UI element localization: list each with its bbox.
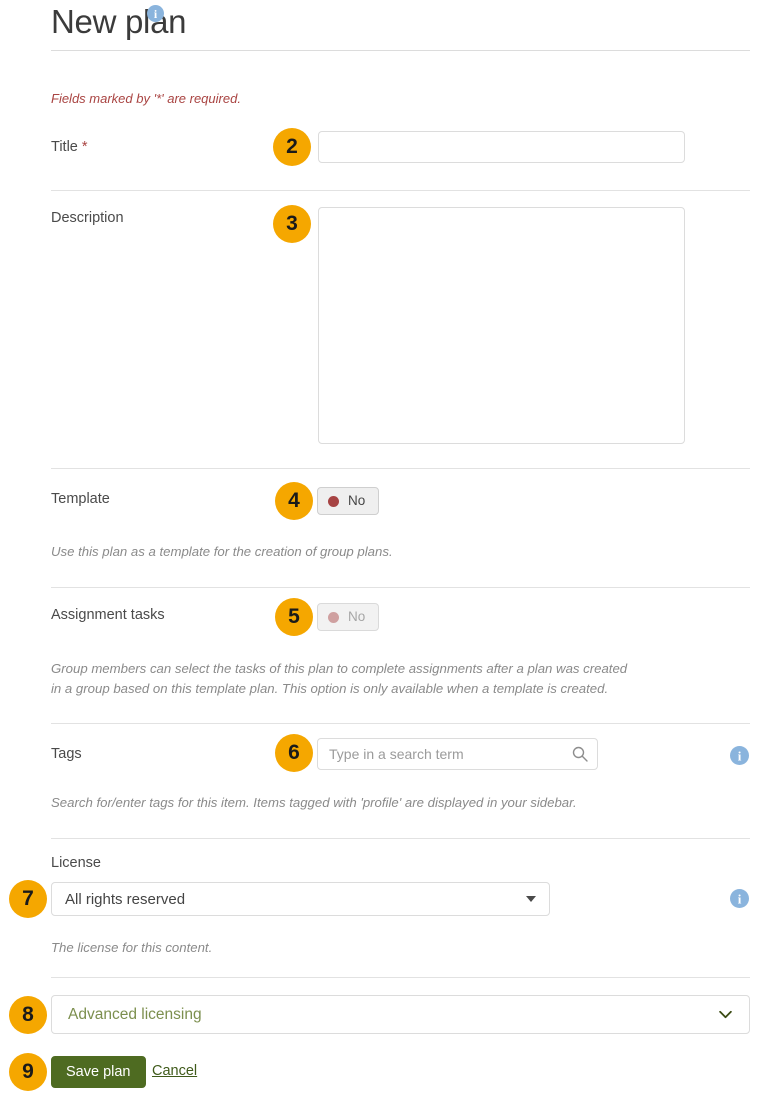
assignment-tasks-toggle[interactable]: No (317, 603, 379, 631)
toggle-status-dot (328, 612, 339, 623)
assignment-tasks-toggle-label: No (348, 610, 365, 624)
description-textarea[interactable] (318, 207, 685, 444)
step-badge-7: 7 (9, 880, 47, 918)
template-help-text: Use this plan as a template for the crea… (51, 542, 741, 562)
tags-search-input[interactable] (318, 739, 597, 769)
tags-help-text: Search for/enter tags for this item. Ite… (51, 793, 751, 813)
step-badge-4: 4 (275, 482, 313, 520)
advanced-licensing-label: Advanced licensing (68, 1006, 718, 1024)
license-info-icon[interactable] (730, 889, 749, 908)
step-badge-2: 2 (273, 128, 311, 166)
step-badge-3: 3 (273, 205, 311, 243)
divider-after-assignment-tasks (51, 723, 750, 724)
new-plan-form-page: New plan Fields marked by '*' are requir… (0, 0, 765, 1100)
license-help-text: The license for this content. (51, 938, 751, 958)
tags-info-icon[interactable] (730, 746, 749, 765)
divider-after-license (51, 977, 750, 978)
advanced-licensing-accordion[interactable]: Advanced licensing (51, 995, 750, 1034)
toggle-status-dot (328, 496, 339, 507)
divider-after-title (51, 190, 750, 191)
license-label: License (51, 855, 101, 871)
template-label: Template (51, 491, 110, 507)
step-badge-8: 8 (9, 996, 47, 1034)
chevron-down-icon (526, 896, 536, 902)
required-asterisk: * (82, 139, 88, 155)
tags-search-wrapper (317, 738, 598, 770)
page-title: New plan (51, 2, 186, 42)
step-badge-6: 6 (275, 734, 313, 772)
assignment-tasks-label: Assignment tasks (51, 607, 165, 623)
divider-after-description (51, 468, 750, 469)
title-input[interactable] (318, 131, 685, 163)
license-selected-value: All rights reserved (65, 891, 526, 908)
template-toggle[interactable]: No (317, 487, 379, 515)
search-icon[interactable] (572, 746, 588, 762)
info-icon[interactable] (147, 5, 164, 22)
divider-after-tags (51, 838, 750, 839)
required-fields-note: Fields marked by '*' are required. (51, 91, 241, 106)
assignment-tasks-help-line-1: Group members can select the tasks of th… (51, 659, 751, 679)
chevron-down-icon (718, 1010, 733, 1019)
template-toggle-label: No (348, 494, 365, 508)
assignment-tasks-help-line-2: in a group based on this template plan. … (51, 679, 751, 699)
tags-label: Tags (51, 746, 82, 762)
header-divider (51, 50, 750, 51)
step-badge-9: 9 (9, 1053, 47, 1091)
title-label-text: Title (51, 139, 78, 155)
step-badge-5: 5 (275, 598, 313, 636)
save-plan-button[interactable]: Save plan (51, 1056, 146, 1088)
title-label: Title * (51, 139, 88, 155)
description-label: Description (51, 210, 124, 226)
divider-after-template (51, 587, 750, 588)
cancel-link[interactable]: Cancel (152, 1063, 197, 1079)
license-select[interactable]: All rights reserved (51, 882, 550, 916)
